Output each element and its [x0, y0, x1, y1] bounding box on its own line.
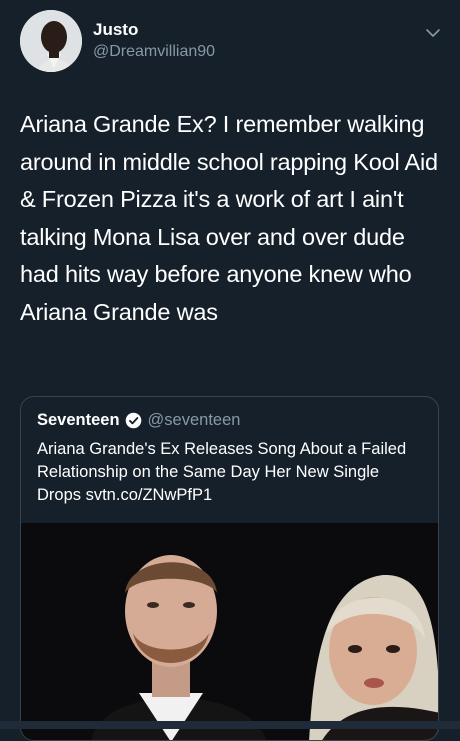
- author-avatar[interactable]: [20, 10, 82, 72]
- quoted-tweet-text: Ariana Grande's Ex Releases Song About a…: [37, 440, 407, 504]
- quoted-tweet-header: Seventeen @seventeen: [37, 409, 240, 431]
- verified-badge-icon: [125, 412, 141, 428]
- quoted-tweet[interactable]: Seventeen @seventeen Ariana Grande's Ex …: [20, 396, 439, 741]
- photo-image: [21, 523, 438, 740]
- quoted-author-handle: @seventeen: [147, 410, 241, 429]
- author-handle[interactable]: @Dreamvillian90: [93, 43, 215, 61]
- avatar-image: [20, 10, 82, 72]
- bottom-divider: [0, 721, 460, 729]
- author-name[interactable]: Justo: [93, 20, 138, 40]
- quoted-tweet-photo[interactable]: [21, 523, 438, 740]
- tweet-card[interactable]: Justo @Dreamvillian90 Ariana Grande Ex? …: [0, 0, 460, 741]
- chevron-down-icon[interactable]: [424, 26, 442, 40]
- tweet-text: Ariana Grande Ex? I remember walking aro…: [20, 111, 438, 325]
- quoted-author-name: Seventeen: [37, 410, 120, 429]
